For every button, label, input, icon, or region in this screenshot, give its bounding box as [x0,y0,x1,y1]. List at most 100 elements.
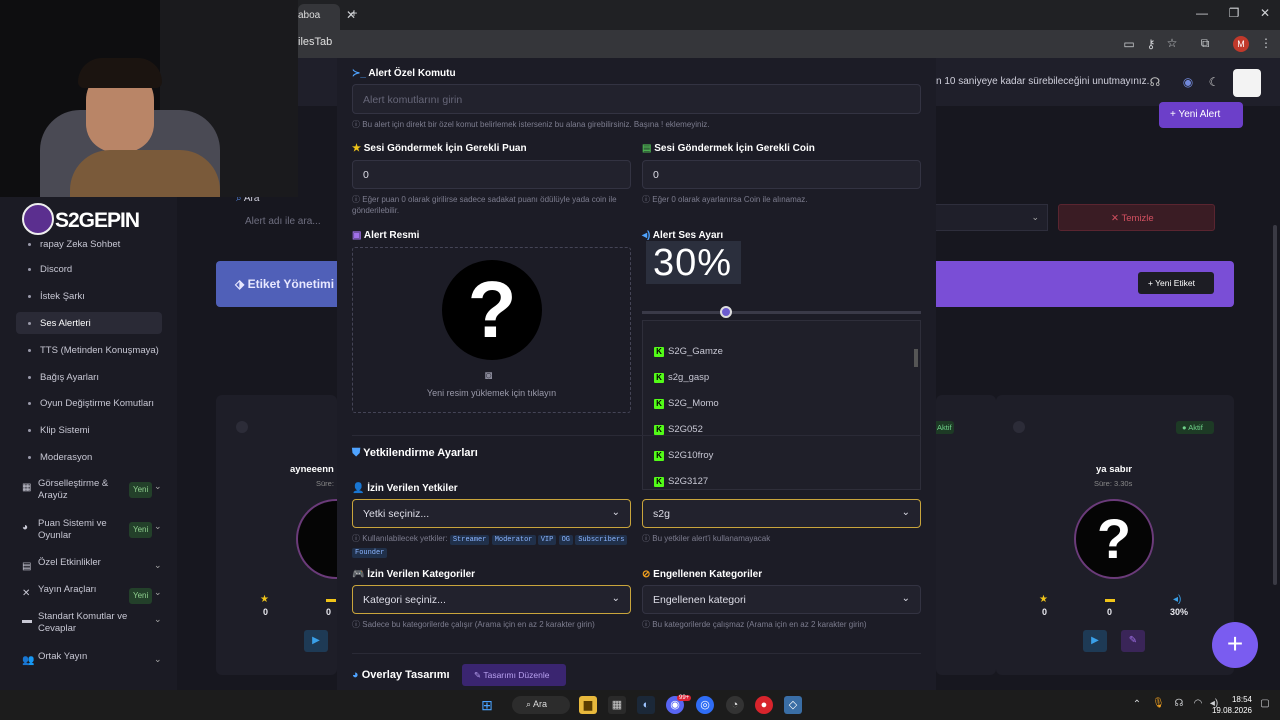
cast-icon[interactable]: ▭ [1122,37,1136,51]
image-label: ▣ Alert Resmi [352,230,419,241]
menu-icon[interactable]: ⋮ [1260,36,1272,50]
coins-input[interactable]: 0 [642,160,921,189]
card-checkbox[interactable] [236,421,248,433]
kick-icon: K [654,347,664,357]
maximize-icon[interactable]: ❐ [1227,6,1241,20]
headset-icon[interactable]: ☊ [1173,698,1185,709]
allowed-roles-label: 👤 İzin Verilen Yetkiler [352,483,458,494]
search-input[interactable]: Alert adı ile ara... [236,209,336,233]
coins-hint: ⓘ Eğer 0 olarak ayarlanırsa Coin ile alı… [642,195,808,204]
image-upload-area[interactable]: ? ◙ Yeni resim yüklemek için tıklayın [352,247,631,413]
auth-title-text: Yetkilendirme Ayarları [363,447,478,459]
command-label-text: Alert Özel Komutu [368,68,456,79]
file-explorer-icon[interactable]: ▆ [579,696,597,714]
command-input[interactable]: Alert komutlarını girin [352,84,921,114]
sidebar-item[interactable]: rapay Zeka Sohbet [16,233,162,255]
taskbar-search-label: Ara [533,699,548,709]
allowed-roles-select[interactable]: Yetki seçiniz... ⌄ [352,499,631,528]
play-button[interactable]: ▶ [1083,630,1107,652]
sidebar-item[interactable]: Bağış Ayarları [16,366,162,388]
sidebar-item-label: Moderasyon [40,452,93,463]
extensions-icon[interactable]: ⧉ [1198,36,1212,51]
sidebar-group-label: Puan Sistemi ve Oyunlar [38,518,107,541]
theme-moon-icon[interactable]: ☾ [1207,75,1221,89]
volume-slider-track[interactable] [642,311,921,314]
browser-tab[interactable]: aboa [298,4,340,30]
list-item[interactable]: K S2G052 [643,417,920,443]
windows-start-icon[interactable]: ⊞ [478,696,496,714]
card-name: ayneeenn [290,464,334,475]
vscode-icon[interactable]: ◇ [784,696,802,714]
list-item-label: S2G10froy [668,450,714,461]
chevron-down-icon: ⌄ [154,560,162,570]
list-item[interactable]: K S2G_Momo [643,391,920,417]
floating-add-button[interactable]: + [1212,622,1258,668]
filter-select[interactable]: ⌄ [936,204,1048,231]
list-item[interactable]: Ks2g_gasp [643,365,920,391]
play-button[interactable]: ▶ [304,630,328,652]
address-bar[interactable]: ilesTab [298,36,332,48]
store-icon[interactable]: ▦ [608,696,626,714]
allowed-categories-select[interactable]: Kategori seçiniz... ⌄ [352,585,631,614]
tray-arrow-icon[interactable]: ⌃ [1131,699,1143,710]
support-icon[interactable]: ☊ [1148,75,1162,89]
key-icon[interactable]: ⚷ [1144,37,1158,51]
star-icon: ★ [260,594,269,605]
new-tab-icon[interactable]: + [347,6,361,20]
obs-icon[interactable]: ◔ [726,696,744,714]
microphone-icon[interactable]: 🎙 [1152,698,1165,709]
user-dropdown-list[interactable]: K S2G_Gamze Ks2g_gasp K S2G_Momo K S2G052 K S2G1… [642,320,921,490]
media-player-icon[interactable]: ● [755,696,773,714]
list-item[interactable]: K S2G3127 [643,469,920,489]
sidebar-group-label: Ortak Yayın [38,651,88,662]
sidebar-item[interactable]: Ses Alertleri [16,312,162,334]
sidebar-item[interactable]: Oyun Değiştirme Komutları [16,392,162,414]
role-chip: Subscribers [575,535,628,545]
new-tag-button[interactable]: + Yeni Etiket [1138,272,1214,294]
sidebar-group-label: Yayın Araçları [38,584,97,595]
sidebar-item[interactable]: Klip Sistemi [16,419,162,441]
volume-slider-thumb[interactable] [719,306,732,318]
points-input[interactable]: 0 [352,160,631,189]
user-avatar[interactable] [1233,69,1261,97]
edit-button[interactable]: ✎ [1121,630,1145,652]
sidebar-item[interactable]: İstek Şarkı [16,285,162,307]
edit-design-button[interactable]: ✎ Tasarımı Düzenle [462,664,566,686]
blocked-users-hint: ⓘ Bu yetkiler alert'i kullanamayacak [642,534,771,543]
card-checkbox[interactable] [1013,421,1025,433]
list-scrollbar[interactable] [914,349,918,367]
blocked-categories-select[interactable]: Engellenen kategori ⌄ [642,585,921,614]
new-alert-button[interactable]: + Yeni Alert [1159,102,1243,128]
sidebar-item[interactable]: TTS (Metinden Konuşmaya) [16,339,162,361]
profile-avatar[interactable]: M [1233,36,1249,52]
list-item[interactable]: K S2G_Gamze [643,339,920,365]
list-item-label: S2G052 [668,424,703,435]
minimize-icon[interactable]: — [1195,6,1209,20]
gamepad-icon: 🎮 [352,569,368,580]
notification-icon[interactable]: ▢ [1259,698,1271,709]
list-item[interactable]: K S2G10froy [643,443,920,469]
logo-icon [22,203,54,235]
alert-card-middle [936,395,996,675]
chrome-icon[interactable]: ◎ [696,696,714,714]
new-badge: Yeni [129,482,153,498]
edit-design-label: Tasarımı Düzenle [483,670,550,680]
star-icon: ★ [352,143,364,154]
points-label: ★ Sesi Göndermek İçin Gerekli Puan [352,143,527,154]
sidebar-item[interactable]: Discord [16,258,162,280]
clear-filter-button[interactable]: ✕ Temizle [1058,204,1215,231]
blocked-categories-hint-text: Bu kategorilerde çalışmaz (Arama için en… [652,620,867,629]
blocked-users-select[interactable]: s2g ⌄ [642,499,921,528]
window-close-icon[interactable]: ✕ [1258,6,1272,20]
webcam-body [70,150,220,197]
discord-icon[interactable]: ◉ [1180,75,1196,89]
notification-badge: 99+ [677,695,692,701]
sidebar-item[interactable]: Moderasyon [16,446,162,468]
steam-icon[interactable]: ◐ [637,696,655,714]
star-icon: ★ [1039,594,1048,605]
bookmark-star-icon[interactable]: ☆ [1165,36,1179,50]
blocked-categories-label-text: Engellenen Kategoriler [653,569,763,580]
taskbar-search[interactable]: ⌕ Ara [512,696,570,714]
wifi-icon[interactable]: ◠ [1192,698,1204,709]
page-scrollbar[interactable] [1273,225,1277,585]
